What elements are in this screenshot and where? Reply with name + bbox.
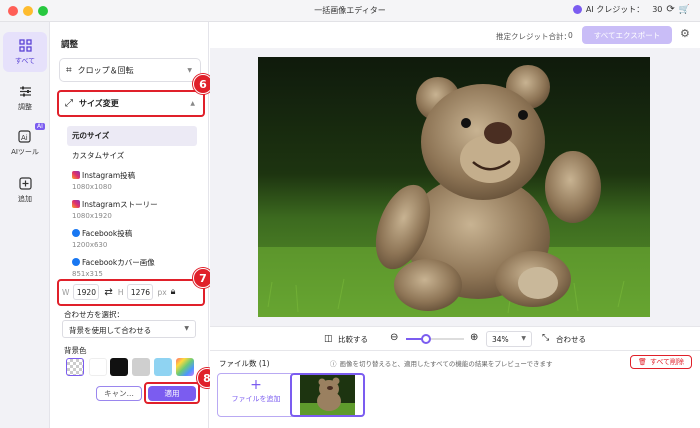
height-label: H: [117, 287, 124, 297]
left-rail: すべて 調整 Ai AIツール AI 追加: [0, 22, 50, 428]
rail-item-label: 調整: [18, 103, 32, 111]
rail-item-adjust[interactable]: 調整: [3, 78, 47, 118]
grid-icon: [17, 37, 33, 53]
file-count-label: ファイル数 (1): [219, 359, 270, 368]
ai-badge: AI: [35, 123, 45, 130]
rail-item-label: 追加: [18, 195, 32, 203]
resize-icon: ⤢: [65, 98, 73, 109]
swatch-light-blue[interactable]: [154, 358, 172, 376]
resize-label: サイズ変更: [79, 99, 119, 108]
chevron-down-icon: ▼: [187, 66, 192, 74]
swatch-white[interactable]: [89, 358, 107, 376]
rail-item-ai-tools[interactable]: Ai AIツール AI: [3, 123, 47, 163]
compare-label[interactable]: 比較する: [338, 334, 368, 345]
size-option-instagram-post[interactable]: Instagram投稿 1080x1080: [67, 166, 197, 195]
zoom-slider-track[interactable]: [406, 334, 464, 344]
facebook-icon: [72, 258, 80, 266]
ai-credit-value: 30: [652, 5, 663, 14]
title-bar: 一括画像エディター AI クレジット： 30 ⟳ 🛒: [0, 0, 700, 22]
panel-title: 調整: [61, 40, 79, 50]
delete-all-button[interactable]: 🗑︎ すべて削除: [630, 355, 692, 369]
instagram-icon: [72, 200, 80, 208]
svg-text:Ai: Ai: [21, 134, 28, 142]
size-option-list: 元のサイズ カスタムサイズ Instagram投稿 1080x1080 Insta…: [67, 126, 197, 282]
ai-credit-area: AI クレジット： 30 ⟳ 🛒: [572, 4, 690, 15]
swap-icon[interactable]: ⇄: [104, 287, 112, 298]
file-bar: ファイル数 (1) ⓘ 画像を切り替えると、適用したすべての機能の結果をプレビュー…: [210, 350, 700, 428]
zoom-bar: ◫ 比較する ⊖ ⊕ 34% ▼ ⤡ 合わせる: [210, 326, 700, 350]
refresh-icon[interactable]: ⟳: [666, 4, 674, 15]
chevron-down-icon: ▼: [184, 325, 189, 332]
rail-item-label: すべて: [14, 57, 36, 65]
width-input[interactable]: 1920: [73, 284, 100, 300]
size-option-instagram-story[interactable]: Instagramストーリー 1080x1920: [67, 195, 197, 224]
zoom-value: 34%: [492, 335, 509, 344]
size-option-facebook-post[interactable]: Facebook投稿 1200x630: [67, 224, 197, 253]
crop-icon: ⌗: [66, 64, 72, 76]
zoom-dropdown[interactable]: 34% ▼: [486, 331, 532, 347]
file-thumbnail[interactable]: [290, 373, 365, 417]
zoom-out-icon[interactable]: ⊖: [390, 332, 398, 343]
cancel-button[interactable]: キャン...: [96, 386, 142, 401]
ai-credit-icon: [572, 5, 582, 14]
size-option-facebook-cover[interactable]: Facebookカバー画像 851x315: [67, 253, 197, 282]
teddy-bear-photo: [258, 57, 650, 317]
swatch-transparent[interactable]: [66, 358, 84, 376]
width-label: W: [62, 287, 70, 297]
lock-icon[interactable]: 🔒︎: [171, 287, 176, 297]
crop-rotate-section[interactable]: ⌗ クロップ＆回転 ▼: [59, 58, 201, 82]
crop-label: クロップ＆回転: [77, 65, 134, 75]
sliders-icon: [17, 83, 33, 99]
facebook-icon: [72, 229, 80, 237]
size-option-original[interactable]: 元のサイズ: [67, 126, 197, 146]
swatch-black[interactable]: [110, 358, 128, 376]
resize-section[interactable]: ⤢ サイズ変更 ▲: [57, 90, 205, 117]
swatch-gray[interactable]: [132, 358, 150, 376]
cart-icon[interactable]: 🛒: [679, 5, 690, 15]
instagram-icon: [72, 171, 80, 179]
add-file-button[interactable]: + ファイルを追加: [217, 373, 295, 417]
zoom-slider-knob[interactable]: [420, 334, 431, 344]
export-all-button[interactable]: すべてエクスポート: [582, 26, 672, 44]
compare-icon[interactable]: ◫: [324, 334, 333, 344]
thumbnail-image: [300, 375, 355, 415]
ai-credit-label: AI クレジット：: [585, 5, 645, 14]
top-toolbar: 推定クレジット合計： 0 すべてエクスポート ⚙: [210, 22, 700, 48]
apply-button[interactable]: 適用: [148, 386, 196, 401]
rail-item-label: AIツール: [11, 148, 39, 156]
height-input[interactable]: 1276: [127, 284, 154, 300]
fit-mode-value: 背景を使用して合わせる: [69, 326, 152, 335]
estimate-label: 推定クレジット合計：: [496, 32, 571, 41]
bg-color-label: 背景色: [64, 346, 87, 355]
swatch-custom-color[interactable]: [176, 358, 194, 376]
unit-label: px: [157, 287, 167, 297]
preview-hint: ⓘ 画像を切り替えると、適用したすべての機能の結果をプレビューできます: [330, 360, 553, 368]
fit-label: 合わせ方を選択：: [64, 310, 124, 319]
fit-screen-label[interactable]: 合わせる: [556, 334, 586, 345]
fit-screen-icon[interactable]: ⤡: [542, 333, 549, 343]
chevron-up-icon: ▲: [190, 100, 195, 107]
trash-icon: 🗑︎: [637, 358, 647, 366]
settings-gear-icon[interactable]: ⚙: [680, 27, 690, 40]
ai-icon: Ai: [17, 128, 33, 144]
plus-icon: +: [250, 377, 262, 393]
size-option-custom[interactable]: カスタムサイズ: [67, 146, 197, 166]
rail-item-all[interactable]: すべて: [3, 32, 47, 72]
rail-item-add[interactable]: 追加: [3, 170, 47, 210]
fit-mode-dropdown[interactable]: 背景を使用して合わせる ▼: [62, 320, 196, 338]
zoom-in-icon[interactable]: ⊕: [470, 332, 478, 343]
dimension-row: W 1920 ⇄ H 1276 px 🔒︎: [62, 284, 175, 300]
plus-square-icon: [17, 175, 33, 191]
add-file-label: ファイルを追加: [231, 395, 281, 403]
estimate-value: 0: [568, 31, 573, 40]
chevron-down-icon: ▼: [521, 335, 526, 342]
info-icon: ⓘ: [330, 360, 337, 368]
